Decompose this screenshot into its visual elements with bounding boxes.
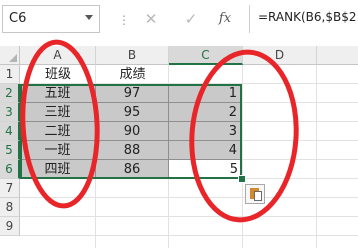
annotation-circle-rank xyxy=(189,49,299,223)
annotation-circle-class xyxy=(20,39,100,209)
annotation-layer xyxy=(20,39,299,223)
